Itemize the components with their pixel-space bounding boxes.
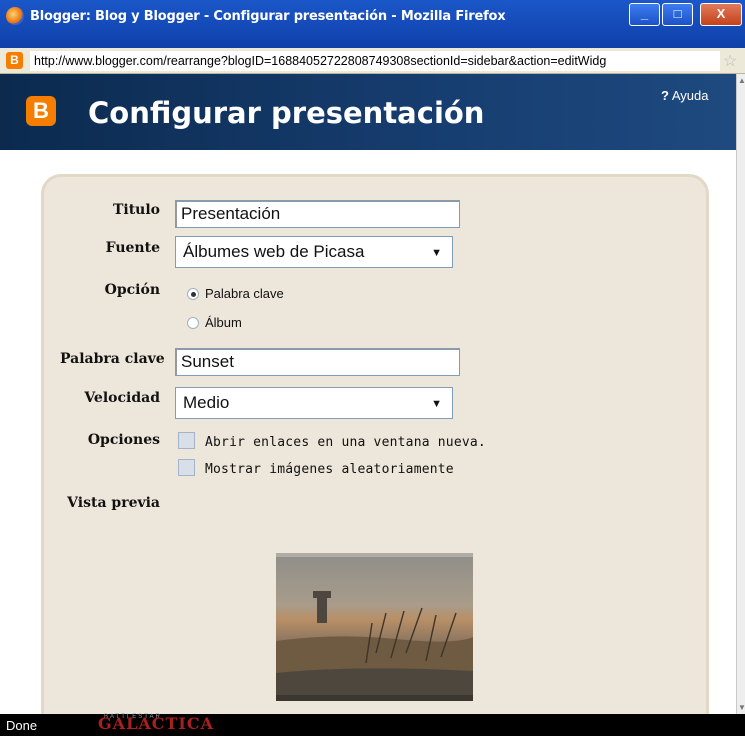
url-field[interactable]: http://www.blogger.com/rearrange?blogID=…	[30, 51, 720, 71]
scroll-up-icon[interactable]: ▲	[738, 76, 745, 85]
radio-palabra-clave-label: Palabra clave	[205, 286, 284, 301]
help-icon: ?	[661, 88, 669, 103]
vertical-scrollbar[interactable]: ▲ ▼	[736, 74, 745, 714]
titulo-input[interactable]: Presentación	[175, 200, 460, 228]
help-link[interactable]: ? Ayuda	[661, 88, 709, 103]
page-title: Configurar presentación	[88, 96, 485, 130]
firefox-icon	[6, 7, 24, 25]
titulo-label: Titulo	[112, 202, 160, 218]
scroll-down-icon[interactable]: ▼	[738, 703, 745, 712]
minimize-button[interactable]: _	[629, 3, 660, 26]
radio-album-label: Álbum	[205, 315, 242, 330]
preview-image	[276, 553, 473, 701]
close-button[interactable]: X	[700, 3, 742, 26]
vista-previa-label: Vista previa	[67, 495, 160, 511]
status-bar: Done BATTLESTAR GALACTICA	[0, 714, 745, 736]
blogger-header: B Configurar presentación ? Ayuda	[0, 74, 736, 150]
window-titlebar: Blogger: Blog y Blogger - Configurar pre…	[0, 0, 745, 50]
fuente-select[interactable]: Álbumes web de Picasa ▼	[175, 236, 453, 268]
chevron-down-icon: ▼	[431, 247, 442, 259]
chevron-down-icon: ▼	[431, 398, 442, 410]
checkbox-enlaces-label: Abrir enlaces en una ventana nueva.	[205, 435, 486, 450]
checkbox-aleatorio[interactable]	[178, 459, 195, 476]
blogger-logo-icon: B	[26, 96, 56, 126]
opcion-label: Opción	[104, 282, 160, 298]
galactica-logo: GALACTICA	[98, 714, 215, 733]
velocidad-label: Velocidad	[84, 390, 160, 406]
bookmark-star-icon[interactable]: ☆	[723, 51, 737, 71]
radio-palabra-clave[interactable]	[187, 288, 199, 300]
status-text: Done	[6, 718, 38, 733]
blogger-favicon-icon: B	[6, 52, 23, 69]
help-label: Ayuda	[671, 88, 709, 103]
sunset-field-image	[276, 553, 473, 701]
velocidad-select[interactable]: Medio ▼	[175, 387, 453, 419]
maximize-button[interactable]: □	[662, 3, 693, 26]
fuente-label: Fuente	[105, 240, 160, 256]
window-title: Blogger: Blog y Blogger - Configurar pre…	[30, 9, 506, 24]
checkbox-enlaces[interactable]	[178, 432, 195, 449]
checkbox-aleatorio-label: Mostrar imágenes aleatoriamente	[205, 462, 454, 477]
palabra-clave-label: Palabra clave	[60, 351, 165, 367]
page-viewport: B Configurar presentación ? Ayuda Titulo…	[0, 74, 736, 714]
fuente-select-value: Álbumes web de Picasa	[183, 242, 365, 261]
opciones-label: Opciones	[87, 432, 160, 448]
radio-album[interactable]	[187, 317, 199, 329]
palabra-clave-input[interactable]: Sunset	[175, 348, 460, 376]
address-bar: B http://www.blogger.com/rearrange?blogI…	[0, 48, 745, 74]
velocidad-select-value: Medio	[183, 393, 230, 412]
